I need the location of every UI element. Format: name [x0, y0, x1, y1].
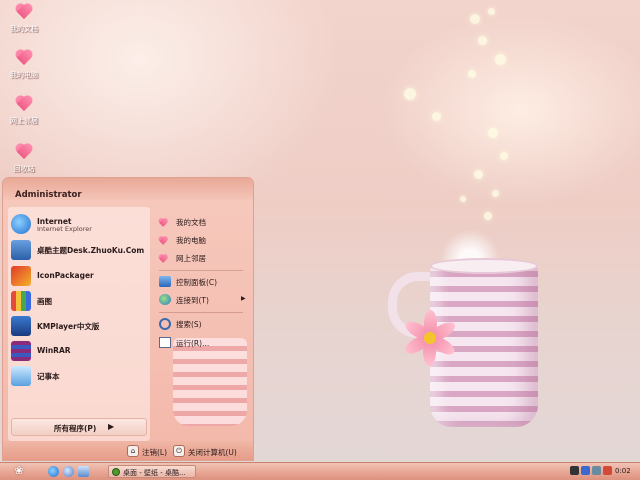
separator	[159, 312, 243, 313]
program-label: WinRAR	[37, 346, 71, 355]
bokeh-light	[488, 128, 498, 138]
program-paint[interactable]: 画图	[11, 289, 145, 313]
wallpaper-flower	[400, 308, 460, 368]
separator	[159, 270, 243, 271]
taskbar: ❀ 桌面 - 壁纸 - 桌酷... 0:02	[0, 462, 640, 480]
bokeh-light	[432, 112, 441, 121]
heart-icon	[14, 4, 34, 18]
taskbar-window-label: 桌面 - 壁纸 - 桌酷...	[123, 469, 186, 477]
program-kmplayer[interactable]: KMPlayer中文版	[11, 314, 145, 338]
run-icon	[159, 337, 171, 348]
clock[interactable]: 0:02	[615, 467, 631, 475]
place-label: 控制面板(C)	[176, 278, 218, 287]
tray-app-icon[interactable]	[603, 466, 612, 475]
place-label: 运行(R)...	[176, 339, 210, 348]
paint-icon	[11, 291, 31, 311]
bokeh-light	[404, 88, 416, 100]
place-search[interactable]: 搜索(S)	[159, 316, 247, 332]
bokeh-light	[460, 196, 466, 202]
bokeh-light	[478, 36, 487, 45]
tray-volume-icon[interactable]	[592, 466, 601, 475]
system-tray: 0:02	[568, 465, 636, 478]
quicklaunch-browser-icon[interactable]	[63, 466, 74, 477]
place-my-documents[interactable]: 我的文档	[159, 214, 247, 230]
heart-icon	[158, 218, 165, 224]
heart-icon	[158, 254, 165, 260]
bokeh-light	[492, 190, 499, 197]
program-label: IconPackager	[37, 271, 94, 280]
network-globe-icon	[159, 294, 171, 305]
start-menu-cup-art	[173, 338, 247, 426]
heart-icon	[14, 96, 34, 110]
arrow-right-icon: ▶	[241, 295, 246, 302]
taskbar-window-button[interactable]: 桌面 - 壁纸 - 桌酷...	[108, 465, 196, 478]
place-label: 我的文档	[176, 218, 206, 227]
program-label: 记事本	[37, 372, 60, 381]
place-label: 连接到(T)	[176, 296, 209, 305]
program-sublabel: Internet Explorer	[37, 225, 92, 233]
bokeh-light	[470, 14, 480, 24]
tray-user-icon[interactable]	[570, 466, 579, 475]
desktop-icon-label: 我的文档	[10, 25, 38, 33]
program-internet[interactable]: Internet Internet Explorer	[11, 212, 145, 236]
heart-icon	[14, 144, 34, 158]
desktop-icon-label: 回收站	[13, 165, 35, 173]
winrar-icon	[11, 341, 31, 361]
place-my-computer[interactable]: 我的电脑	[159, 232, 247, 248]
logoff-label: 注销(L)	[142, 448, 168, 457]
wallpaper-cup-rim	[430, 258, 538, 274]
desk-zhuoku-icon	[11, 240, 31, 260]
program-label: 桌酷主题Desk.ZhuoKu.Com	[37, 246, 145, 255]
search-icon	[159, 318, 171, 330]
heart-icon	[14, 50, 34, 64]
user-name: Administrator	[15, 190, 82, 200]
program-winrar[interactable]: WinRAR	[11, 339, 145, 363]
internet-explorer-icon	[11, 214, 31, 234]
quicklaunch-ie-icon[interactable]	[48, 466, 59, 477]
desktop-icon-label: 我的电脑	[10, 71, 38, 79]
place-network[interactable]: 网上邻居	[159, 250, 247, 266]
quicklaunch-desktop-icon[interactable]	[78, 466, 89, 477]
bokeh-light	[500, 152, 508, 160]
desktop-icon-label: 网上邻居	[10, 117, 38, 125]
start-button[interactable]: ❀	[8, 464, 30, 479]
place-label: 搜索(S)	[176, 320, 202, 329]
power-icon: ⏻	[173, 445, 185, 457]
bokeh-light	[495, 54, 506, 65]
globe-icon	[112, 468, 120, 476]
start-menu-footer: ⌂ 注销(L) ⏻ 关闭计算机(U)	[3, 441, 253, 460]
arrow-right-icon: ▶	[108, 422, 115, 431]
logoff-icon: ⌂	[127, 445, 139, 457]
place-label: 我的电脑	[176, 236, 206, 245]
program-iconpackager[interactable]: IconPackager	[11, 264, 145, 288]
all-programs-button[interactable]: 所有程序(P) ▶	[11, 418, 147, 436]
shutdown-label: 关闭计算机(U)	[188, 448, 237, 457]
place-connect-to[interactable]: 连接到(T) ▶	[159, 292, 247, 308]
bokeh-light	[474, 170, 483, 179]
place-label: 网上邻居	[176, 254, 206, 263]
place-run[interactable]: 运行(R)...	[159, 335, 247, 351]
bokeh-light	[488, 8, 495, 15]
iconpackager-icon	[11, 266, 31, 286]
program-label: 画图	[37, 297, 52, 306]
heart-icon	[158, 236, 165, 242]
notepad-icon	[11, 366, 31, 386]
kmplayer-icon	[11, 316, 31, 336]
tray-network-icon[interactable]	[581, 466, 590, 475]
program-notepad[interactable]: 记事本	[11, 364, 145, 388]
bokeh-light	[468, 70, 476, 78]
start-menu: Administrator Internet Internet Explorer…	[2, 177, 254, 461]
bokeh-light	[484, 212, 492, 220]
control-panel-icon	[159, 276, 171, 287]
program-label: KMPlayer中文版	[37, 322, 100, 331]
program-desk-zhuoku[interactable]: 桌酷主题Desk.ZhuoKu.Com	[11, 238, 145, 262]
all-programs-label: 所有程序(P)	[54, 424, 97, 433]
place-control-panel[interactable]: 控制面板(C)	[159, 274, 247, 290]
